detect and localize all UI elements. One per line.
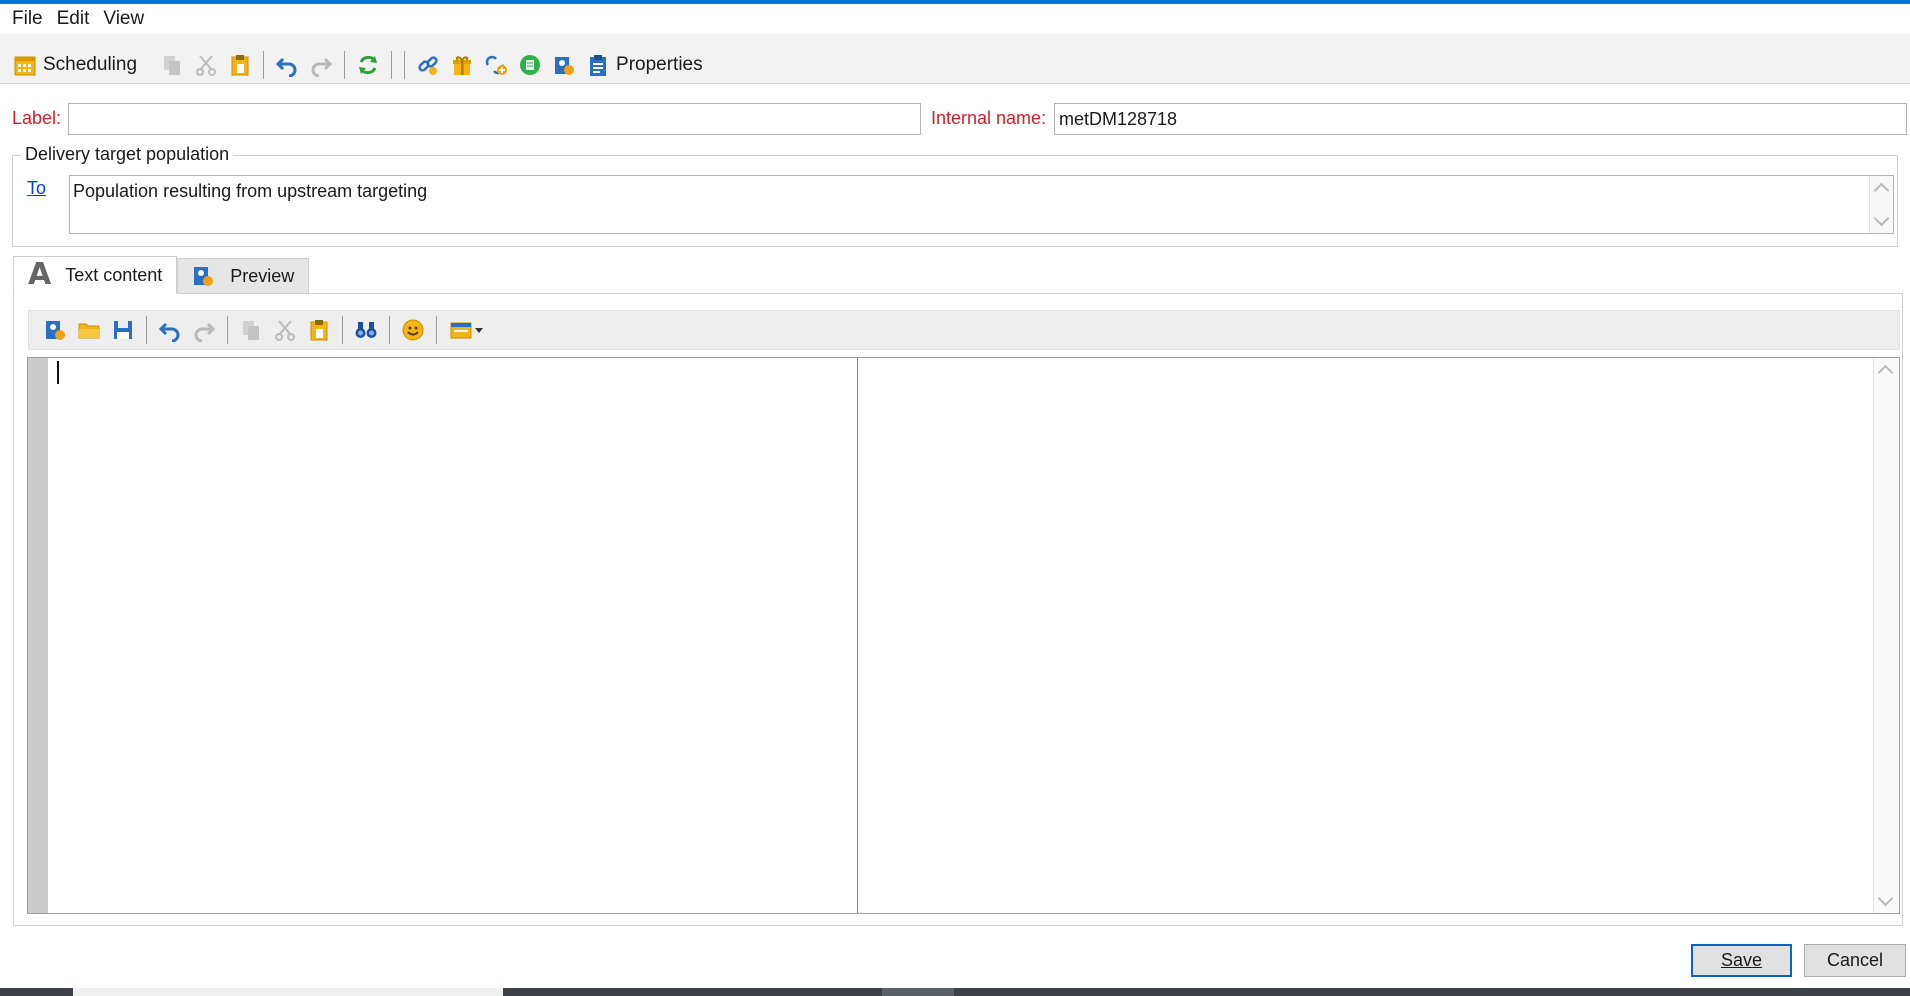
- toolbar-separator: [391, 50, 393, 79]
- toolbar-separator: [436, 316, 437, 344]
- target-vertical-scrollbar[interactable]: [1869, 176, 1893, 233]
- editor-toolbar: [28, 310, 1900, 350]
- insert-personalization-icon: [46, 321, 65, 340]
- internal-name-caption: Internal name:: [931, 108, 1047, 128]
- refresh-icon: [359, 55, 378, 74]
- save-button-label: Save: [1720, 950, 1763, 970]
- editor-gutter: [28, 358, 48, 913]
- content-tabs: A Text content Preview: [13, 256, 310, 294]
- copy-button[interactable]: [155, 49, 189, 81]
- cut-icon: [275, 320, 295, 341]
- open-folder-icon: [78, 323, 100, 339]
- refresh-button[interactable]: [351, 49, 385, 81]
- menu-file[interactable]: File: [5, 5, 50, 33]
- save-file-button[interactable]: [106, 314, 140, 346]
- open-button[interactable]: [72, 314, 106, 346]
- menu-bar: File Edit View: [0, 4, 1910, 34]
- toolbar-separator: [227, 316, 228, 344]
- delivery-target-title: Delivery target population: [21, 144, 234, 165]
- taskbar-strip: [0, 988, 1910, 996]
- taskbar-segment: [73, 988, 503, 996]
- gift-icon: [453, 55, 472, 75]
- emoji-button[interactable]: [396, 314, 430, 346]
- toolbar-separator: [404, 50, 406, 79]
- taskbar-segment: [882, 988, 954, 996]
- to-link[interactable]: To: [27, 178, 46, 199]
- cancel-button[interactable]: Cancel: [1804, 944, 1906, 977]
- text-format-icon: A: [28, 257, 52, 292]
- internal-name-field[interactable]: metDM128718: [1054, 103, 1907, 135]
- green-circle-icon: [520, 54, 541, 75]
- link-add-button[interactable]: [479, 49, 513, 81]
- editor-pane-divider[interactable]: [857, 358, 858, 913]
- cancel-button-label: Cancel: [1826, 950, 1884, 970]
- toolbar-separator: [344, 50, 346, 79]
- scroll-up-icon[interactable]: [1877, 364, 1894, 381]
- target-population-box[interactable]: Population resulting from upstream targe…: [69, 175, 1894, 234]
- editor-vertical-scrollbar[interactable]: [1873, 358, 1899, 913]
- insert-personalization-button[interactable]: [38, 314, 72, 346]
- tab-preview[interactable]: Preview: [177, 258, 310, 294]
- toolbar-band: [0, 34, 1910, 46]
- editor-cut-button[interactable]: [268, 314, 302, 346]
- toolbar-separator: [146, 316, 147, 344]
- editor-redo-button[interactable]: [187, 314, 221, 346]
- clipboard-icon: [590, 54, 607, 76]
- copy-icon: [243, 321, 259, 340]
- cut-icon: [196, 54, 217, 76]
- properties-label: Properties: [616, 53, 703, 75]
- redo-button[interactable]: [304, 49, 338, 81]
- menu-edit[interactable]: Edit: [50, 5, 97, 33]
- scroll-down-icon[interactable]: [1873, 210, 1890, 227]
- scroll-down-icon[interactable]: [1877, 890, 1894, 907]
- find-binoculars-icon: [355, 322, 377, 338]
- editor-undo-button[interactable]: [153, 314, 187, 346]
- properties-button[interactable]: Properties: [581, 49, 708, 81]
- main-toolbar: Scheduling Properties: [0, 46, 1910, 84]
- target-population-text: Population resulting from upstream targe…: [73, 181, 428, 201]
- paste-icon: [231, 54, 249, 75]
- green-circle-button[interactable]: [513, 49, 547, 81]
- link-icon: [418, 55, 438, 75]
- redo-icon: [194, 322, 216, 342]
- cut-button[interactable]: [189, 49, 223, 81]
- user-card-button[interactable]: [547, 49, 581, 81]
- editor-paste-button[interactable]: [302, 314, 336, 346]
- copy-icon: [164, 55, 181, 75]
- tab-text-content-label: Text content: [65, 264, 163, 285]
- text-cursor: [57, 361, 59, 384]
- undo-icon: [275, 57, 297, 77]
- tab-text-content[interactable]: A Text content: [13, 256, 178, 294]
- label-caption: Label:: [12, 108, 62, 128]
- toolbar-separator: [342, 316, 343, 344]
- save-icon: [114, 321, 132, 339]
- undo-icon: [158, 322, 180, 342]
- gift-button[interactable]: [445, 49, 479, 81]
- scheduling-button[interactable]: Scheduling: [8, 49, 142, 81]
- insert-block-dropdown-icon: [450, 322, 483, 339]
- emoji-icon: [402, 319, 424, 341]
- insert-block-dropdown[interactable]: [443, 314, 491, 346]
- save-button[interactable]: Save: [1691, 944, 1792, 977]
- find-button[interactable]: [349, 314, 383, 346]
- toolbar-separator: [263, 50, 265, 79]
- paste-icon: [310, 320, 328, 341]
- preview-icon: [194, 267, 214, 286]
- link-button[interactable]: [411, 49, 445, 81]
- tab-preview-label: Preview: [230, 265, 295, 286]
- text-editor[interactable]: [27, 357, 1900, 914]
- undo-button[interactable]: [270, 49, 304, 81]
- scheduling-label: Scheduling: [43, 53, 138, 75]
- paste-button[interactable]: [223, 49, 257, 81]
- label-field[interactable]: [68, 103, 921, 135]
- editor-copy-button[interactable]: [234, 314, 268, 346]
- menu-view[interactable]: View: [96, 5, 151, 33]
- calendar-icon: [14, 56, 36, 75]
- redo-icon: [311, 57, 333, 77]
- link-add-icon: [485, 55, 508, 75]
- scroll-up-icon[interactable]: [1873, 182, 1890, 199]
- toolbar-separator: [389, 316, 390, 344]
- user-card-icon: [555, 56, 575, 75]
